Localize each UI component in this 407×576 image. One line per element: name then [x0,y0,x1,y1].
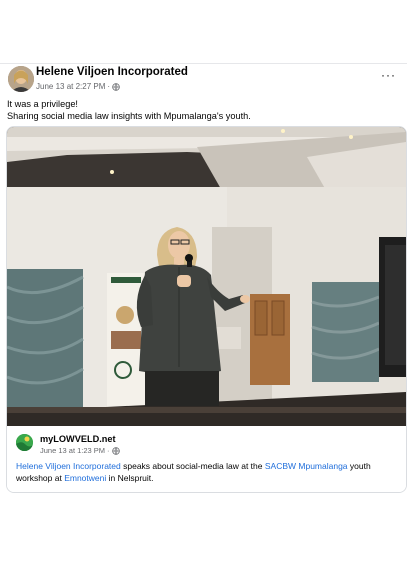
post-author-name[interactable]: Helene Viljoen Incorporated [36,66,188,78]
meta-separator: · [107,82,111,91]
post-timestamp[interactable]: June 13 at 2:27 PM [36,82,105,91]
more-horizontal-icon[interactable]: ··· [381,68,395,82]
shared-link-card[interactable]: myLOWVELD.net June 13 at 1:23 PM · Helen… [6,126,407,493]
globe-icon [112,82,120,91]
caption-line: It was a privilege! [7,99,78,109]
author-avatar[interactable] [8,66,34,92]
shared-timestamp[interactable]: June 13 at 1:23 PM [40,446,105,455]
shared-meta: June 13 at 1:23 PM · [40,446,120,455]
mention-emnotweni[interactable]: Emnotweni [64,473,106,483]
caption-line: Sharing social media law insights with M… [7,110,251,121]
post-meta: June 13 at 2:27 PM · [36,82,120,91]
site-name[interactable]: myLOWVELD.net [40,434,116,444]
shared-photo[interactable] [7,127,406,426]
meta-separator: · [107,446,110,455]
link-preview[interactable]: myLOWVELD.net June 13 at 1:23 PM · Helen… [7,426,406,492]
mention-sacbw[interactable]: SACBW Mpumalanga [265,461,348,471]
shared-description: Helene Viljoen Incorporated speaks about… [16,461,399,484]
description-text: in Nelspruit. [106,472,154,483]
mention-author[interactable]: Helene Viljoen Incorporated [16,461,121,471]
globe-icon [111,446,120,455]
post-header: Helene Viljoen Incorporated June 13 at 2… [0,64,407,98]
site-logo[interactable] [16,434,33,451]
description-text: speaks about social-media law at the [120,461,265,471]
post-caption: It was a privilege! Sharing social media… [7,99,251,122]
